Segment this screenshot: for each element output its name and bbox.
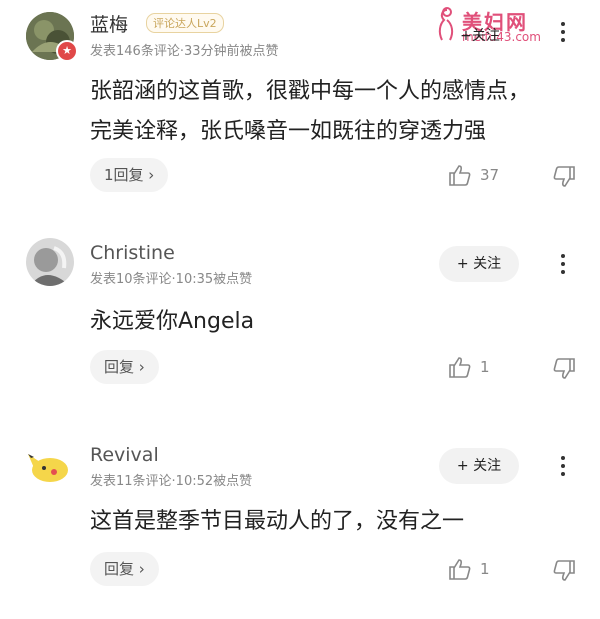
comment-text-line: 永远爱你Angela [90,309,255,334]
thumbs-down-icon [553,358,575,379]
more-options-icon[interactable] [558,18,568,46]
like-button[interactable]: 1 [448,558,490,580]
thumbs-up-icon [449,165,471,186]
thumbs-up-icon [449,357,471,378]
avatar[interactable] [26,238,74,286]
like-button[interactable]: 37 [448,164,499,186]
username[interactable]: Christine [90,242,175,264]
level-badge: 评论达人Lv2 [146,13,224,33]
thumbs-down-icon [553,166,575,187]
dislike-button[interactable] [552,166,576,192]
like-button[interactable]: 1 [448,356,490,378]
follow-button[interactable]: + 关注 [439,246,519,282]
follow-button[interactable]: +关注 [440,18,520,54]
comment-item: ★ 蓝梅 评论达人Lv2 发表146条评论·33分钟前被点赞 +关注 张韶涵的这… [0,0,600,200]
verified-badge-icon: ★ [56,40,78,62]
more-options-icon[interactable] [558,452,568,480]
comment-text-line: 完美诠释，张氏嗓音一如既往的穿透力强 [90,119,487,144]
like-count: 1 [480,560,490,578]
comment-item: Christine 发表10条评论·10:35被点赞 + 关注 永远爱你Ange… [0,230,600,400]
like-count: 37 [480,166,500,184]
username[interactable]: 蓝梅 [90,10,128,37]
comment-text-line: 张韶涵的这首歌，很戳中每一个人的感情点， [90,79,531,104]
thumbs-up-icon [449,559,471,580]
follow-button[interactable]: + 关注 [439,448,519,484]
more-options-icon[interactable] [558,250,568,278]
comment-meta: 发表10条评论·10:35被点赞 [90,272,253,287]
comment-meta: 发表11条评论·10:52被点赞 [90,474,253,489]
reply-button[interactable]: 回复 › [90,350,159,384]
reply-button[interactable]: 回复 › [90,552,159,586]
thumbs-down-icon [553,560,575,581]
reply-button[interactable]: 1回复 › [90,158,169,192]
comment-item: Revival 发表11条评论·10:52被点赞 + 关注 这首是整季节目最动人… [0,432,600,602]
comment-text-line: 这首是整季节目最动人的了，没有之一 [90,509,465,534]
dislike-button[interactable] [552,358,576,384]
like-count: 1 [480,358,490,376]
avatar[interactable] [26,440,74,488]
username[interactable]: Revival [90,444,159,466]
dislike-button[interactable] [552,560,576,586]
comment-meta: 发表146条评论·33分钟前被点赞 [90,44,279,59]
